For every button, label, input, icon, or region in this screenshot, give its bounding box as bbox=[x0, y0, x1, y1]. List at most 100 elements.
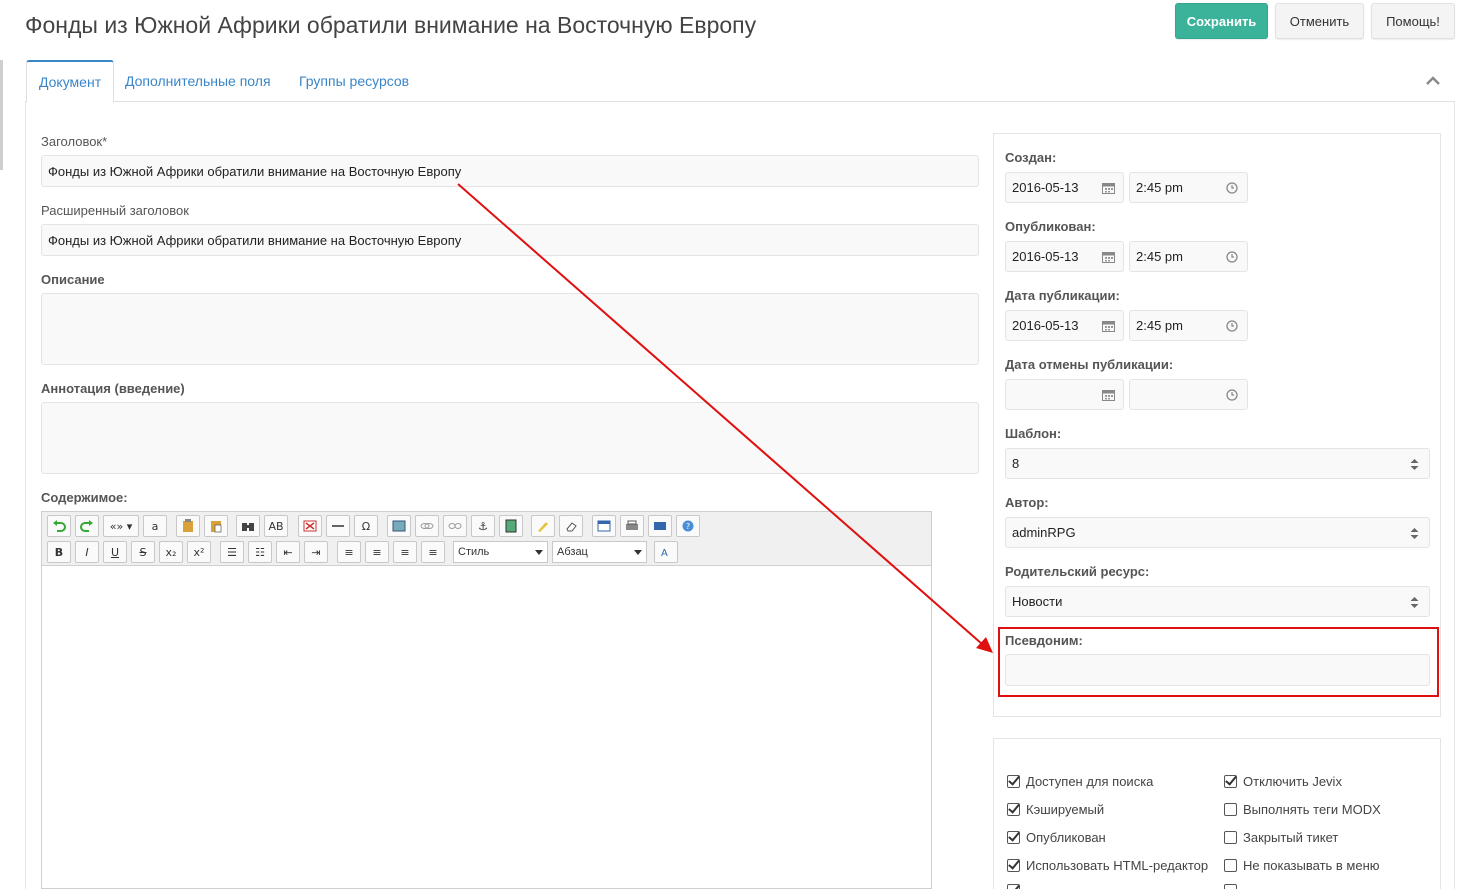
checkbox-label: Не показывать в меню bbox=[1243, 858, 1380, 873]
format-select-value: Абзац bbox=[557, 546, 588, 558]
clock-icon[interactable] bbox=[1226, 320, 1238, 332]
checkbox-unchecked-icon[interactable] bbox=[1224, 803, 1237, 816]
clock-icon[interactable] bbox=[1226, 182, 1238, 194]
created-date-value: 2016-05-13 bbox=[1012, 180, 1079, 195]
checkbox-checked-icon[interactable] bbox=[1007, 884, 1020, 889]
tab-extra-fields[interactable]: Дополнительные поля bbox=[113, 60, 283, 102]
checkbox-hide-menu[interactable]: Не показывать в меню bbox=[1224, 858, 1380, 873]
calendar-icon[interactable] bbox=[1102, 320, 1115, 332]
checkbox-checked-icon[interactable] bbox=[1007, 803, 1020, 816]
strikethrough-icon[interactable]: S bbox=[131, 541, 155, 563]
align-right-icon[interactable]: ≡ bbox=[393, 541, 417, 563]
checkbox-checked-icon[interactable] bbox=[1007, 859, 1020, 872]
eraser-icon[interactable] bbox=[559, 515, 583, 537]
superscript-icon[interactable]: x² bbox=[187, 541, 211, 563]
published-date-input[interactable]: 2016-05-13 bbox=[1005, 241, 1124, 272]
clock-icon[interactable] bbox=[1226, 389, 1238, 401]
checkbox-checked-icon[interactable] bbox=[1007, 831, 1020, 844]
parent-label: Родительский ресурс: bbox=[1005, 564, 1150, 579]
link-icon[interactable] bbox=[415, 515, 439, 537]
template-select[interactable]: 8 bbox=[1005, 448, 1430, 479]
chevron-up-icon[interactable] bbox=[1424, 72, 1442, 90]
pub-date-date-value: 2016-05-13 bbox=[1012, 318, 1079, 333]
sort-arrows-icon bbox=[1410, 597, 1419, 608]
save-button[interactable]: Сохранить bbox=[1175, 3, 1268, 39]
unpub-date-date-input[interactable] bbox=[1005, 379, 1124, 410]
checkbox-partial[interactable] bbox=[1224, 884, 1243, 889]
unpub-date-label: Дата отмены публикации: bbox=[1005, 357, 1174, 372]
bold-icon[interactable]: B bbox=[47, 541, 71, 563]
checkbox-checked-icon[interactable] bbox=[1224, 775, 1237, 788]
checkbox-private-ticket[interactable]: Закрытый тикет bbox=[1224, 830, 1338, 845]
created-date-input[interactable]: 2016-05-13 bbox=[1005, 172, 1124, 203]
help-button[interactable]: Помощь! bbox=[1371, 3, 1455, 39]
media-icon[interactable] bbox=[499, 515, 523, 537]
undo-icon[interactable] bbox=[47, 515, 71, 537]
numbered-list-icon[interactable]: ☷ bbox=[248, 541, 272, 563]
checkbox-unchecked-icon[interactable] bbox=[1224, 884, 1237, 889]
rich-text-editor[interactable]: «» ▾ a AB Ω ⚓ ? B I U S x₂ x² ☰ ☷ ⇤ ⇥ ≡ … bbox=[41, 511, 932, 889]
typograph-icon[interactable]: A bbox=[654, 541, 678, 563]
style-select[interactable]: Стиль bbox=[453, 541, 548, 563]
created-time-input[interactable]: 2:45 pm bbox=[1129, 172, 1248, 203]
special-char-icon[interactable]: Ω bbox=[354, 515, 378, 537]
redo-icon[interactable] bbox=[75, 515, 99, 537]
align-justify-icon[interactable]: ≡ bbox=[421, 541, 445, 563]
find-icon[interactable] bbox=[236, 515, 260, 537]
indent-icon[interactable]: ⇥ bbox=[304, 541, 328, 563]
checkbox-searchable[interactable]: Доступен для поиска bbox=[1007, 774, 1153, 789]
underline-icon[interactable]: U bbox=[103, 541, 127, 563]
paste-icon[interactable] bbox=[176, 515, 200, 537]
bullet-list-icon[interactable]: ☰ bbox=[220, 541, 244, 563]
tab-document[interactable]: Документ bbox=[26, 60, 115, 103]
calendar-icon[interactable] bbox=[1102, 251, 1115, 263]
outdent-icon[interactable]: ⇤ bbox=[276, 541, 300, 563]
tab-resource-groups[interactable]: Группы ресурсов bbox=[287, 60, 421, 102]
published-time-input[interactable]: 2:45 pm bbox=[1129, 241, 1248, 272]
longtitle-input[interactable]: Фонды из Южной Африки обратили внимание … bbox=[41, 224, 979, 256]
unlink-icon[interactable] bbox=[443, 515, 467, 537]
unpub-date-time-input[interactable] bbox=[1129, 379, 1248, 410]
print-icon[interactable] bbox=[620, 515, 644, 537]
checkbox-checked-icon[interactable] bbox=[1007, 775, 1020, 788]
format-select[interactable]: Абзац bbox=[552, 541, 647, 563]
clock-icon[interactable] bbox=[1226, 251, 1238, 263]
align-center-icon[interactable]: ≡ bbox=[365, 541, 389, 563]
anchor-icon[interactable]: ⚓ bbox=[471, 515, 495, 537]
checkbox-published[interactable]: Опубликован bbox=[1007, 830, 1106, 845]
align-left-icon[interactable]: ≡ bbox=[337, 541, 361, 563]
introtext-textarea[interactable] bbox=[41, 402, 979, 474]
calendar-icon[interactable] bbox=[1102, 389, 1115, 401]
left-sidebar-edge[interactable] bbox=[0, 60, 3, 170]
title-input[interactable]: Фонды из Южной Африки обратили внимание … bbox=[41, 155, 979, 187]
description-textarea[interactable] bbox=[41, 293, 979, 365]
checkbox-label: Выполнять теги MODX bbox=[1243, 802, 1381, 817]
source-code-icon[interactable] bbox=[648, 515, 672, 537]
replace-icon[interactable]: AB bbox=[264, 515, 288, 537]
help-icon[interactable]: ? bbox=[676, 515, 700, 537]
cancel-button[interactable]: Отменить bbox=[1275, 3, 1364, 39]
horizontal-rule-icon[interactable] bbox=[326, 515, 350, 537]
subscript-icon[interactable]: x₂ bbox=[159, 541, 183, 563]
parent-select[interactable]: Новости bbox=[1005, 586, 1430, 617]
checkbox-unchecked-icon[interactable] bbox=[1224, 859, 1237, 872]
select-all-icon[interactable]: a bbox=[143, 515, 167, 537]
insert-image-icon[interactable] bbox=[387, 515, 411, 537]
quote-dropdown-icon[interactable]: «» ▾ bbox=[103, 515, 139, 537]
checkbox-cacheable[interactable]: Кэшируемый bbox=[1007, 802, 1104, 817]
checkbox-richtext[interactable]: Использовать HTML-редактор bbox=[1007, 858, 1208, 873]
highlight-icon[interactable] bbox=[531, 515, 555, 537]
calendar-icon[interactable] bbox=[1102, 182, 1115, 194]
checkbox-disable-jevix[interactable]: Отключить Jevix bbox=[1224, 774, 1342, 789]
pub-date-date-input[interactable]: 2016-05-13 bbox=[1005, 310, 1124, 341]
paste-text-icon[interactable] bbox=[204, 515, 228, 537]
checkbox-label: Опубликован bbox=[1026, 830, 1106, 845]
checkbox-partial[interactable] bbox=[1007, 884, 1026, 889]
checkbox-process-tags[interactable]: Выполнять теги MODX bbox=[1224, 802, 1381, 817]
template-icon[interactable] bbox=[592, 515, 616, 537]
checkbox-unchecked-icon[interactable] bbox=[1224, 831, 1237, 844]
italic-icon[interactable]: I bbox=[75, 541, 99, 563]
cleanup-icon[interactable] bbox=[298, 515, 322, 537]
pub-date-time-input[interactable]: 2:45 pm bbox=[1129, 310, 1248, 341]
author-select[interactable]: adminRPG bbox=[1005, 517, 1430, 548]
